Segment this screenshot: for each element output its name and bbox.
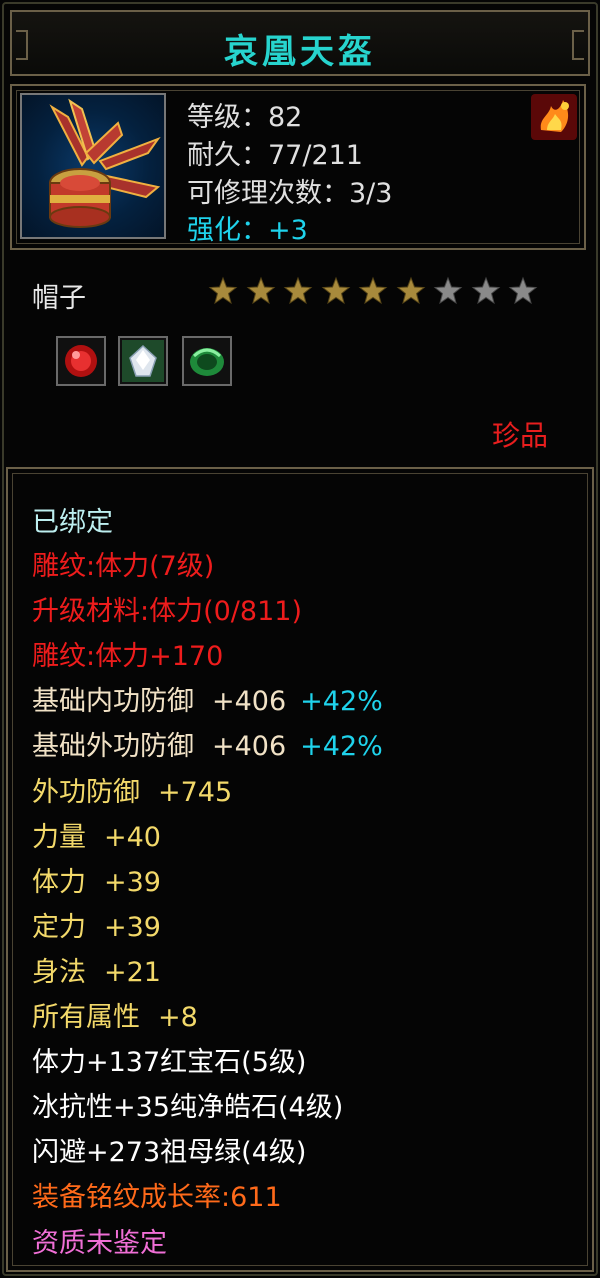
agility-value: +21	[104, 957, 161, 988]
star-filled-icon	[358, 276, 388, 305]
star-filled-icon	[396, 276, 425, 305]
aptitude-status: 资质未鉴定	[32, 1228, 167, 1259]
stamina-row: 体力 +39	[32, 866, 161, 900]
focus-value: +39	[104, 912, 161, 943]
external-defense-label: 外功防御	[32, 777, 140, 808]
title-bar: 哀凰天盔	[10, 10, 590, 76]
green-gem-icon[interactable]	[182, 336, 232, 386]
star-empty-icon	[471, 276, 500, 305]
star-filled-icon	[283, 276, 313, 305]
inner-defense-value: +406	[212, 686, 287, 717]
fire-badge-icon	[531, 94, 577, 140]
item-repair-count: 可修理次数：3/3	[187, 178, 393, 209]
outer-defense-value: +406	[212, 731, 287, 762]
upgrade-material: 升级材料:体力(0/811)	[32, 596, 302, 627]
all-attributes-row: 所有属性 +8	[32, 1001, 198, 1035]
star-empty-icon	[508, 276, 538, 305]
focus-row: 定力 +39	[32, 911, 161, 945]
strength-value: +40	[104, 822, 161, 853]
white-gem-icon[interactable]	[118, 336, 168, 386]
external-defense-row: 外功防御 +745	[32, 776, 232, 810]
item-enhance-level: 强化：+3	[187, 215, 308, 246]
agility-row: 身法 +21	[32, 956, 161, 990]
helmet-item-icon[interactable]	[20, 93, 166, 239]
outer-defense-label: 基础外功防御	[32, 731, 194, 762]
inner-defense-percent: +42%	[300, 686, 383, 717]
rarity-label: 珍品	[492, 419, 549, 452]
stamina-value: +39	[104, 867, 161, 898]
item-title: 哀凰天盔	[224, 32, 376, 72]
outer-defense-row: 基础外功防御 +406 +42%	[32, 730, 383, 764]
gem-bonus-ruby: 体力+137红宝石(5级)	[32, 1047, 307, 1078]
gem-bonus-white-stone: 冰抗性+35纯净皓石(4级)	[32, 1092, 344, 1123]
item-level: 等级：82	[187, 102, 303, 133]
engrave-level: 雕纹:体力(7级)	[32, 551, 215, 582]
item-durability: 耐久：77/211	[187, 140, 363, 171]
all-attributes-label: 所有属性	[32, 1002, 140, 1033]
item-tooltip: 哀凰天盔 等级：82 耐久：77/211 可修理次数：3/3 强化：+3 帽子	[0, 0, 600, 1278]
gem-bonus-emerald: 闪避+273祖母绿(4级)	[32, 1137, 307, 1168]
bound-status: 已绑定	[32, 507, 113, 538]
focus-label: 定力	[32, 912, 86, 943]
strength-label: 力量	[32, 822, 86, 853]
star-empty-icon	[433, 276, 463, 305]
strength-row: 力量 +40	[32, 821, 161, 855]
agility-label: 身法	[32, 957, 86, 988]
inner-defense-row: 基础内功防御 +406 +42%	[32, 685, 383, 719]
star-filled-icon	[321, 276, 350, 305]
star-filled-icon	[246, 276, 275, 305]
star-filled-icon	[208, 276, 238, 305]
inner-defense-label: 基础内功防御	[32, 686, 194, 717]
red-gem-icon[interactable]	[56, 336, 106, 386]
external-defense-value: +745	[158, 777, 233, 808]
engrave-bonus: 雕纹:体力+170	[32, 641, 224, 672]
item-type: 帽子	[32, 283, 86, 314]
stamina-label: 体力	[32, 867, 86, 898]
outer-defense-percent: +42%	[300, 731, 383, 762]
all-attributes-value: +8	[158, 1002, 198, 1033]
inscription-growth-rate: 装备铭纹成长率:611	[32, 1182, 282, 1213]
